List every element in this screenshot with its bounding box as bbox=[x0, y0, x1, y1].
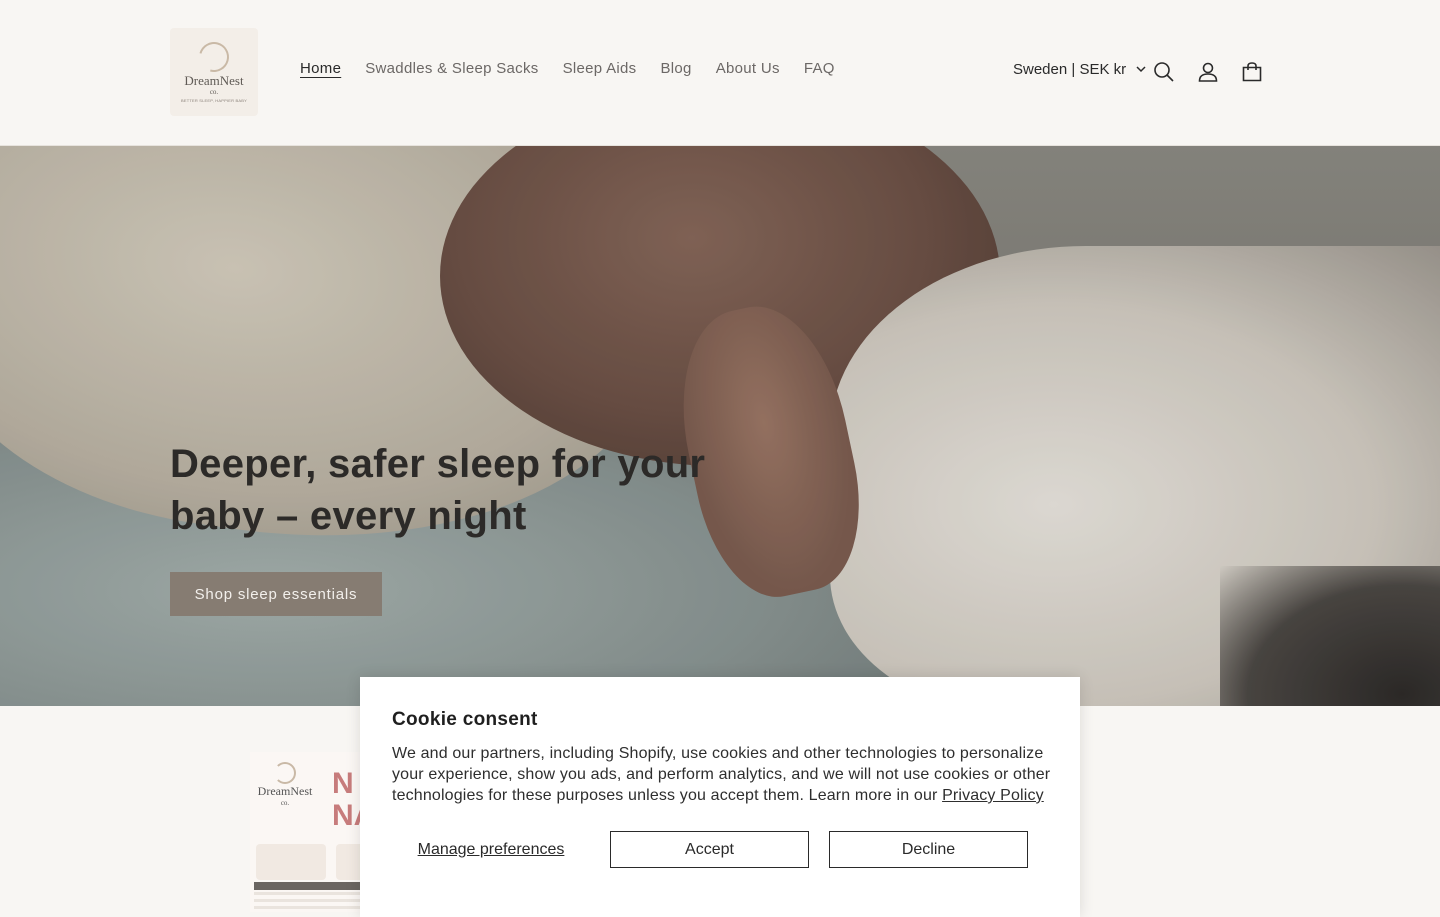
hero-title: Deeper, safer sleep for your baby – ever… bbox=[170, 442, 706, 538]
hero-overlay bbox=[0, 146, 1440, 706]
search-icon bbox=[1154, 62, 1174, 82]
site-header: DreamNest co. BETTER SLEEP, HAPPIER BABY… bbox=[0, 0, 1440, 146]
cookie-description: We and our partners, including Shopify, … bbox=[392, 743, 1052, 806]
logo-tagline: BETTER SLEEP, HAPPIER BABY bbox=[180, 97, 248, 103]
main-nav: Home Swaddles & Sleep Sacks Sleep Aids B… bbox=[300, 60, 835, 77]
cart-button[interactable] bbox=[1239, 59, 1265, 85]
logo-suffix: co. bbox=[209, 87, 219, 96]
nav-item-swaddles[interactable]: Swaddles & Sleep Sacks bbox=[365, 60, 538, 77]
nav-item-about[interactable]: About Us bbox=[716, 60, 780, 77]
product-logo: DreamNest co. bbox=[254, 762, 316, 807]
logo-name: DreamNest bbox=[184, 72, 244, 88]
country-selector[interactable]: Sweden | SEK kr bbox=[1013, 61, 1146, 78]
decline-button[interactable]: Decline bbox=[829, 831, 1028, 868]
nav-item-faq[interactable]: FAQ bbox=[804, 60, 835, 77]
product-feed-card bbox=[256, 844, 326, 880]
account-icon bbox=[1198, 62, 1218, 82]
moon-icon bbox=[274, 762, 296, 784]
moon-icon bbox=[193, 36, 235, 77]
privacy-policy-link[interactable]: Privacy Policy bbox=[942, 787, 1044, 804]
manage-preferences-button[interactable]: Manage preferences bbox=[392, 831, 590, 868]
cookie-consent-dialog: Cookie consent We and our partners, incl… bbox=[360, 677, 1080, 917]
search-button[interactable] bbox=[1151, 59, 1177, 85]
cookie-actions: Manage preferences Accept Decline bbox=[392, 831, 1048, 868]
product-logo-name: DreamNest bbox=[257, 784, 313, 798]
cart-icon bbox=[1242, 62, 1262, 82]
nav-item-sleep-aids[interactable]: Sleep Aids bbox=[563, 60, 637, 77]
accept-button[interactable]: Accept bbox=[610, 831, 809, 868]
brand-logo[interactable]: DreamNest co. BETTER SLEEP, HAPPIER BABY bbox=[170, 28, 258, 116]
nav-item-home[interactable]: Home bbox=[300, 60, 341, 77]
nav-item-blog[interactable]: Blog bbox=[660, 60, 691, 77]
shop-sleep-essentials-button[interactable]: Shop sleep essentials bbox=[170, 572, 382, 616]
country-selector-label: Sweden | SEK kr bbox=[1013, 61, 1127, 78]
cookie-title: Cookie consent bbox=[392, 709, 538, 730]
account-button[interactable] bbox=[1195, 59, 1221, 85]
chevron-down-icon bbox=[1136, 66, 1146, 73]
product-logo-suffix: co. bbox=[280, 799, 290, 807]
hero-banner: Deeper, safer sleep for your baby – ever… bbox=[0, 146, 1440, 706]
